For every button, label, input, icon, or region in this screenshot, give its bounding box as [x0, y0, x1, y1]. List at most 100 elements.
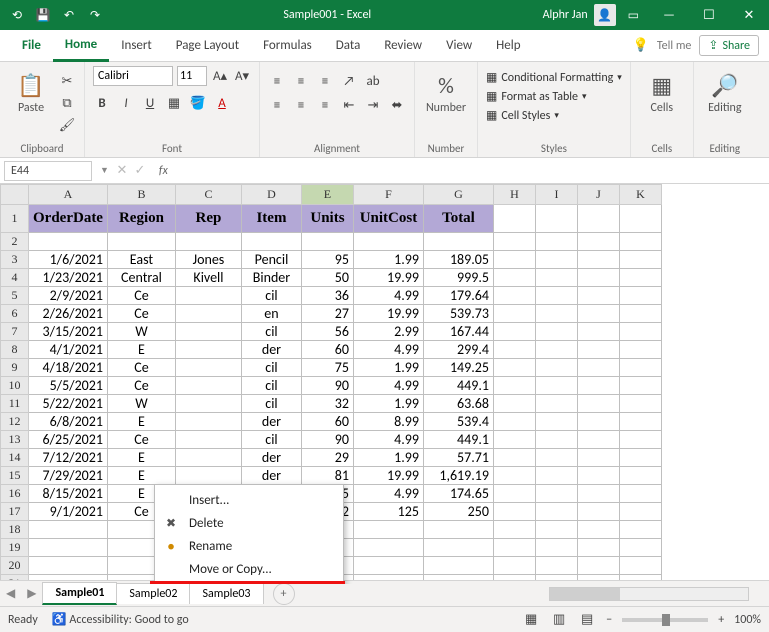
cell[interactable]: 189.05	[423, 251, 493, 269]
cell[interactable]: 81	[301, 467, 353, 485]
cell[interactable]	[353, 539, 423, 557]
cell[interactable]: 4.99	[353, 485, 423, 503]
cell[interactable]: Binder	[241, 269, 301, 287]
cell[interactable]: 539.4	[423, 413, 493, 431]
cell[interactable]	[577, 305, 619, 323]
cell[interactable]: 5/5/2021	[29, 377, 108, 395]
name-box[interactable]: E44	[4, 161, 92, 181]
underline-button[interactable]: U	[141, 94, 159, 112]
cell[interactable]: 4.99	[353, 377, 423, 395]
cell[interactable]: 1/6/2021	[29, 251, 108, 269]
zoom-level[interactable]: 100%	[734, 613, 761, 627]
tab-formulas[interactable]: Formulas	[251, 30, 324, 62]
cell[interactable]: 19.99	[353, 467, 423, 485]
cell[interactable]	[493, 521, 535, 539]
cell[interactable]	[353, 557, 423, 575]
row-header[interactable]: 16	[1, 485, 29, 503]
cell[interactable]: 8.99	[353, 413, 423, 431]
row-header[interactable]: 20	[1, 557, 29, 575]
cell[interactable]: 125	[353, 503, 423, 521]
fill-color-button[interactable]: 🪣	[189, 94, 207, 112]
cell[interactable]	[493, 251, 535, 269]
row-header[interactable]: 7	[1, 323, 29, 341]
cell[interactable]	[577, 287, 619, 305]
fx-icon[interactable]: fx	[149, 164, 178, 178]
cell[interactable]	[493, 269, 535, 287]
sheet-tab-3[interactable]: Sample03	[189, 583, 263, 604]
cell-styles-button[interactable]: ▦Cell Styles▾	[486, 108, 622, 123]
cell[interactable]: 4.99	[353, 431, 423, 449]
cell[interactable]: 50	[301, 269, 353, 287]
cell[interactable]	[535, 305, 577, 323]
save-icon[interactable]: 💾	[34, 6, 52, 24]
cell[interactable]	[423, 233, 493, 251]
row-header[interactable]: 3	[1, 251, 29, 269]
cell[interactable]: E	[107, 341, 175, 359]
cell[interactable]: W	[107, 323, 175, 341]
cell[interactable]	[493, 287, 535, 305]
normal-view-icon[interactable]: ▦	[522, 611, 540, 629]
column-header-J[interactable]: J	[577, 185, 619, 205]
align-right-icon[interactable]: ≡	[316, 96, 334, 114]
table-header-cell[interactable]: Region	[107, 205, 175, 233]
column-header-D[interactable]: D	[241, 185, 301, 205]
cell[interactable]	[493, 359, 535, 377]
cell[interactable]	[175, 359, 241, 377]
cell[interactable]	[577, 377, 619, 395]
cell[interactable]: 90	[301, 431, 353, 449]
align-left-icon[interactable]: ≡	[268, 96, 286, 114]
row-header[interactable]: 11	[1, 395, 29, 413]
share-button[interactable]: ⇪Share	[699, 35, 759, 56]
orientation-icon[interactable]: ↗	[340, 72, 358, 90]
zoom-out-button[interactable]: −	[606, 613, 612, 627]
cell[interactable]	[493, 205, 535, 233]
cell[interactable]	[493, 539, 535, 557]
cell[interactable]	[353, 521, 423, 539]
menu-delete[interactable]: ✖Delete	[155, 512, 343, 535]
undo-icon[interactable]: ↶	[60, 6, 78, 24]
cell[interactable]	[29, 521, 108, 539]
enter-formula-icon[interactable]: ✓	[131, 162, 149, 180]
cell[interactable]: Central	[107, 269, 175, 287]
tab-insert[interactable]: Insert	[109, 30, 164, 62]
cell[interactable]	[577, 205, 619, 233]
cell[interactable]	[493, 431, 535, 449]
tell-me[interactable]: Tell me	[657, 39, 692, 53]
cell[interactable]	[423, 557, 493, 575]
cell[interactable]	[619, 413, 661, 431]
cell[interactable]	[493, 377, 535, 395]
cell[interactable]	[577, 395, 619, 413]
column-header-A[interactable]: A	[29, 185, 108, 205]
paste-button[interactable]: 📋 Paste	[8, 66, 54, 115]
cell[interactable]: 32	[301, 395, 353, 413]
cell[interactable]: E	[107, 467, 175, 485]
cell[interactable]: 19.99	[353, 305, 423, 323]
cell[interactable]	[535, 395, 577, 413]
cell[interactable]	[107, 233, 175, 251]
cell[interactable]	[535, 269, 577, 287]
tab-help[interactable]: Help	[484, 30, 532, 62]
cell[interactable]: Pencil	[241, 251, 301, 269]
horizontal-scrollbar[interactable]	[549, 587, 749, 601]
column-header-C[interactable]: C	[175, 185, 241, 205]
accessibility-status[interactable]: ♿ Accessibility: Good to go	[52, 612, 189, 627]
ribbon-display-icon[interactable]: ▭	[628, 8, 639, 23]
cell[interactable]	[619, 287, 661, 305]
cell[interactable]: 2/9/2021	[29, 287, 108, 305]
align-middle-icon[interactable]: ≡	[292, 72, 310, 90]
cell[interactable]: 95	[301, 251, 353, 269]
cell[interactable]	[535, 377, 577, 395]
cell[interactable]: Ce	[107, 305, 175, 323]
cell[interactable]	[535, 503, 577, 521]
cell[interactable]	[619, 359, 661, 377]
font-color-button[interactable]: A	[213, 94, 231, 112]
tab-scroll-left[interactable]: ◀	[0, 586, 21, 601]
cell[interactable]: 2.99	[353, 323, 423, 341]
cell[interactable]: 539.73	[423, 305, 493, 323]
cell[interactable]: en	[241, 305, 301, 323]
column-header-B[interactable]: B	[107, 185, 175, 205]
cell[interactable]: cil	[241, 377, 301, 395]
cell[interactable]: 1.99	[353, 395, 423, 413]
cell[interactable]: 449.1	[423, 431, 493, 449]
cell[interactable]: Ce	[107, 431, 175, 449]
